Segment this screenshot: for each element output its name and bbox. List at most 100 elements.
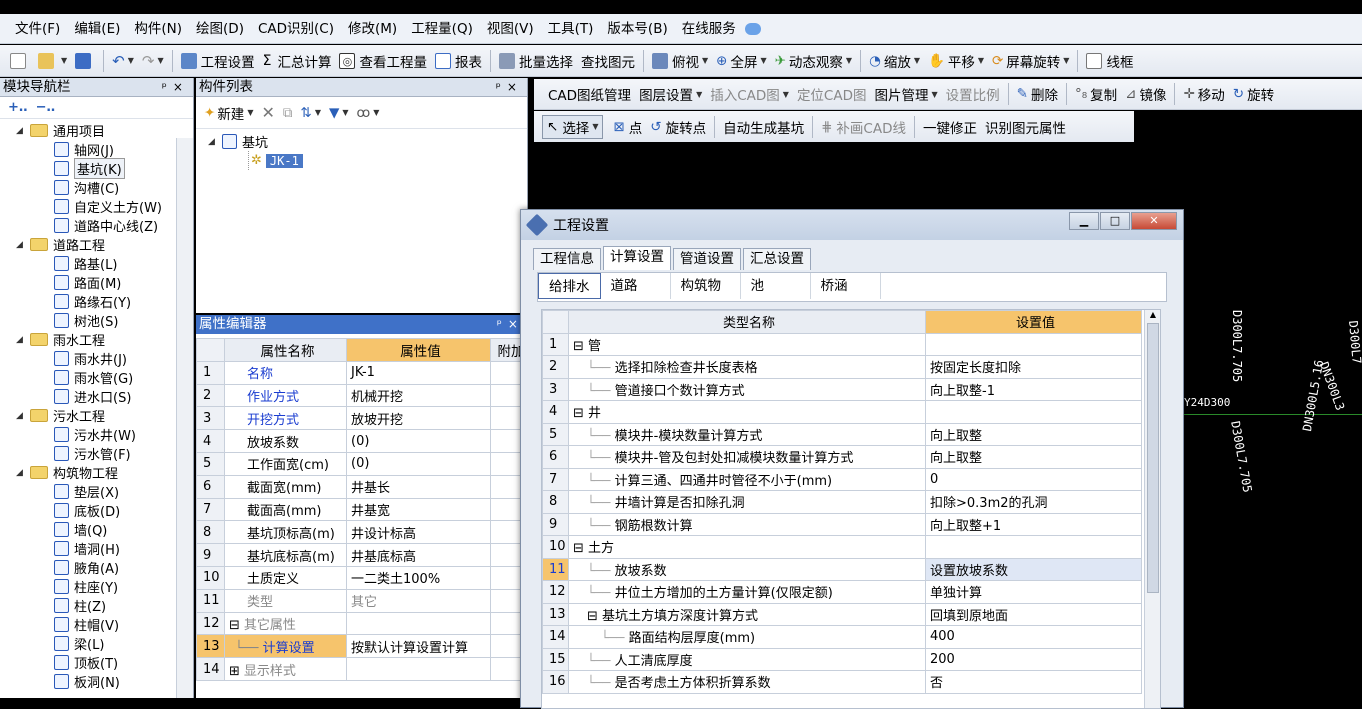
- setting-row[interactable]: 2 └── 选择扣除检查井长度表格 按固定长度扣除: [542, 355, 1142, 379]
- tree-item[interactable]: 板洞(N): [54, 672, 120, 691]
- component-tree-root[interactable]: ◢ 基坑: [208, 132, 268, 151]
- setting-row[interactable]: 12 └── 井位土方增加的土方量计算(仅限定额) 单独计算: [542, 580, 1142, 604]
- property-value-cell[interactable]: 机械开挖: [346, 383, 491, 408]
- setting-value-cell[interactable]: [925, 535, 1142, 559]
- menu-file[interactable]: 文件(F): [8, 14, 67, 44]
- scroll-up-icon[interactable]: ▲: [1145, 310, 1160, 319]
- tree-item[interactable]: 柱座(Y): [54, 577, 118, 596]
- property-value-cell[interactable]: [346, 611, 491, 636]
- select-button[interactable]: ↖ 选择 ▼: [542, 114, 604, 139]
- setting-row[interactable]: 13 ⊟ 基坑土方填方深度计算方式 回填到原地面: [542, 602, 1142, 626]
- setting-value-cell[interactable]: 向上取整+1: [925, 512, 1142, 536]
- property-value-cell[interactable]: 井基长: [346, 474, 491, 499]
- setting-value-cell[interactable]: 0: [925, 467, 1142, 491]
- collapse-arrow-icon[interactable]: ◢: [16, 335, 30, 345]
- draw-cad-line-button[interactable]: ⋕ 补画CAD线: [817, 115, 910, 139]
- tree-item[interactable]: 垫层(X): [54, 482, 119, 501]
- dialog-tab[interactable]: 管道设置: [673, 248, 741, 270]
- setting-row[interactable]: 4 ⊟ 井: [542, 400, 1142, 424]
- tree-item[interactable]: 雨水管(G): [54, 368, 133, 387]
- settings-scrollbar[interactable]: ▲: [1144, 310, 1160, 708]
- expand-all-icon[interactable]: +‥: [8, 100, 28, 115]
- delete-component-button[interactable]: ✕: [257, 101, 278, 125]
- tree-item[interactable]: 雨水井(J): [54, 349, 127, 368]
- open-file-button[interactable]: ▼: [34, 49, 71, 73]
- property-row[interactable]: 12 ⊟ 其它属性: [196, 611, 528, 636]
- dialog-tab[interactable]: 计算设置: [603, 246, 671, 270]
- wireframe-button[interactable]: 线框: [1082, 49, 1137, 73]
- menu-view[interactable]: 视图(V): [480, 14, 541, 44]
- collapse-group-icon[interactable]: ⊟: [573, 541, 588, 556]
- tree-item[interactable]: 进水口(S): [54, 387, 131, 406]
- top-view-button[interactable]: 俯视 ▼: [648, 49, 712, 73]
- property-row[interactable]: 2 作业方式 机械开挖: [196, 383, 528, 408]
- tree-folder[interactable]: ◢ 污水工程: [16, 406, 105, 425]
- property-value-cell[interactable]: 井基底标高: [346, 543, 491, 567]
- expand-group-icon[interactable]: ⊞: [229, 664, 240, 679]
- component-item-jk1[interactable]: ✲ JK-1: [248, 151, 303, 170]
- tree-folder[interactable]: ◢ 道路工程: [16, 235, 105, 254]
- layer-settings-button[interactable]: 图层设置 ▼: [635, 82, 706, 106]
- property-row[interactable]: 7 截面高(mm) 井基宽: [196, 497, 528, 522]
- locate-cad-button[interactable]: 定位CAD图: [793, 82, 871, 106]
- collapse-group-icon[interactable]: ⊟: [229, 618, 240, 633]
- menu-quantity[interactable]: 工程量(Q): [404, 14, 480, 44]
- collapse-arrow-icon[interactable]: ◢: [208, 137, 222, 147]
- find-element-button[interactable]: 查找图元: [577, 49, 639, 73]
- close-button[interactable]: ✕: [1131, 212, 1177, 230]
- setting-value-cell[interactable]: 200: [925, 647, 1142, 671]
- setting-row[interactable]: 16 └── 是否考虑土方体积折算系数否: [542, 670, 1142, 694]
- dialog-subtab[interactable]: 池: [741, 273, 811, 299]
- property-value-cell[interactable]: 放坡开挖: [346, 406, 491, 431]
- tree-item[interactable]: 路面(M): [54, 273, 121, 292]
- setting-row[interactable]: 11 └── 放坡系数 设置放坡系数: [542, 557, 1142, 581]
- tree-folder[interactable]: ◢ 构筑物工程: [16, 463, 118, 482]
- one-click-fix-button[interactable]: 一键修正: [919, 115, 981, 139]
- property-row[interactable]: 9 基坑底标高(m) 井基底标高: [196, 543, 528, 567]
- setting-row[interactable]: 9 └── 钢筋根数计算 向上取整+1: [542, 512, 1142, 536]
- property-value-cell[interactable]: (0): [346, 429, 491, 453]
- mirror-button[interactable]: ⊿ 镜像: [1121, 82, 1170, 106]
- recognize-attributes-button[interactable]: 识别图元属性: [981, 115, 1070, 139]
- property-value-cell[interactable]: 其它: [346, 588, 491, 613]
- setting-row[interactable]: 14 └── 路面结构层厚度(mm) 400: [542, 625, 1142, 649]
- property-row[interactable]: 3 开挖方式 放坡开挖: [196, 406, 528, 431]
- property-value-cell[interactable]: 一二类土100%: [346, 565, 491, 590]
- setting-row[interactable]: 3 └── 管道接口个数计算方式 向上取整-1: [542, 377, 1142, 401]
- property-value-cell[interactable]: JK-1: [346, 360, 491, 385]
- setting-value-cell[interactable]: 400: [925, 625, 1142, 649]
- tree-folder[interactable]: ◢ 通用项目: [16, 121, 105, 140]
- tree-item[interactable]: 树池(S): [54, 311, 118, 330]
- property-value-cell[interactable]: 井设计标高: [346, 520, 491, 545]
- setting-row[interactable]: 8 └── 井墙计算是否扣除孔洞 扣除>0.3m2的孔洞: [542, 490, 1142, 514]
- property-row[interactable]: 1 名称 JK-1: [196, 360, 528, 385]
- chat-bubble-icon[interactable]: [744, 22, 761, 35]
- zoom-button[interactable]: ◔ 缩放 ▼: [865, 49, 924, 73]
- property-row[interactable]: 8 基坑顶标高(m) 井设计标高: [196, 520, 528, 545]
- sort-button[interactable]: ⇅ ▼: [297, 101, 325, 125]
- menu-cad-recognize[interactable]: CAD识别(C): [251, 14, 341, 44]
- dialog-tab[interactable]: 汇总设置: [743, 248, 811, 270]
- property-row[interactable]: 5 工作面宽(cm) (0): [196, 451, 528, 476]
- filter-button[interactable]: ▼ ▼: [325, 101, 353, 125]
- find-button[interactable]: ꝏ ▼: [353, 101, 384, 125]
- property-row[interactable]: 14 ⊞ 显示样式: [196, 657, 528, 681]
- set-scale-button[interactable]: 设置比例: [942, 82, 1004, 106]
- scroll-thumb[interactable]: [1147, 323, 1159, 593]
- tree-item[interactable]: 路基(L): [54, 254, 117, 273]
- collapse-arrow-icon[interactable]: ◢: [16, 411, 30, 421]
- new-component-button[interactable]: ✦ 新建 ▼: [200, 101, 257, 125]
- maximize-button[interactable]: □: [1100, 212, 1130, 230]
- menu-modify[interactable]: 修改(M): [341, 14, 404, 44]
- collapse-arrow-icon[interactable]: ◢: [16, 468, 30, 478]
- collapse-group-icon[interactable]: ⊟: [573, 406, 588, 421]
- tree-item[interactable]: 梁(L): [54, 634, 104, 653]
- tree-item[interactable]: 腋角(A): [54, 558, 119, 577]
- collapse-arrow-icon[interactable]: ◢: [16, 126, 30, 136]
- dialog-subtab[interactable]: 给排水: [538, 273, 601, 299]
- tree-item[interactable]: 道路中心线(Z): [54, 216, 158, 235]
- delete-button[interactable]: ✎ 删除: [1013, 82, 1062, 106]
- menu-tools[interactable]: 工具(T): [541, 14, 601, 44]
- property-row[interactable]: 10 土质定义 一二类土100%: [196, 565, 528, 590]
- setting-value-cell[interactable]: 否: [925, 670, 1142, 694]
